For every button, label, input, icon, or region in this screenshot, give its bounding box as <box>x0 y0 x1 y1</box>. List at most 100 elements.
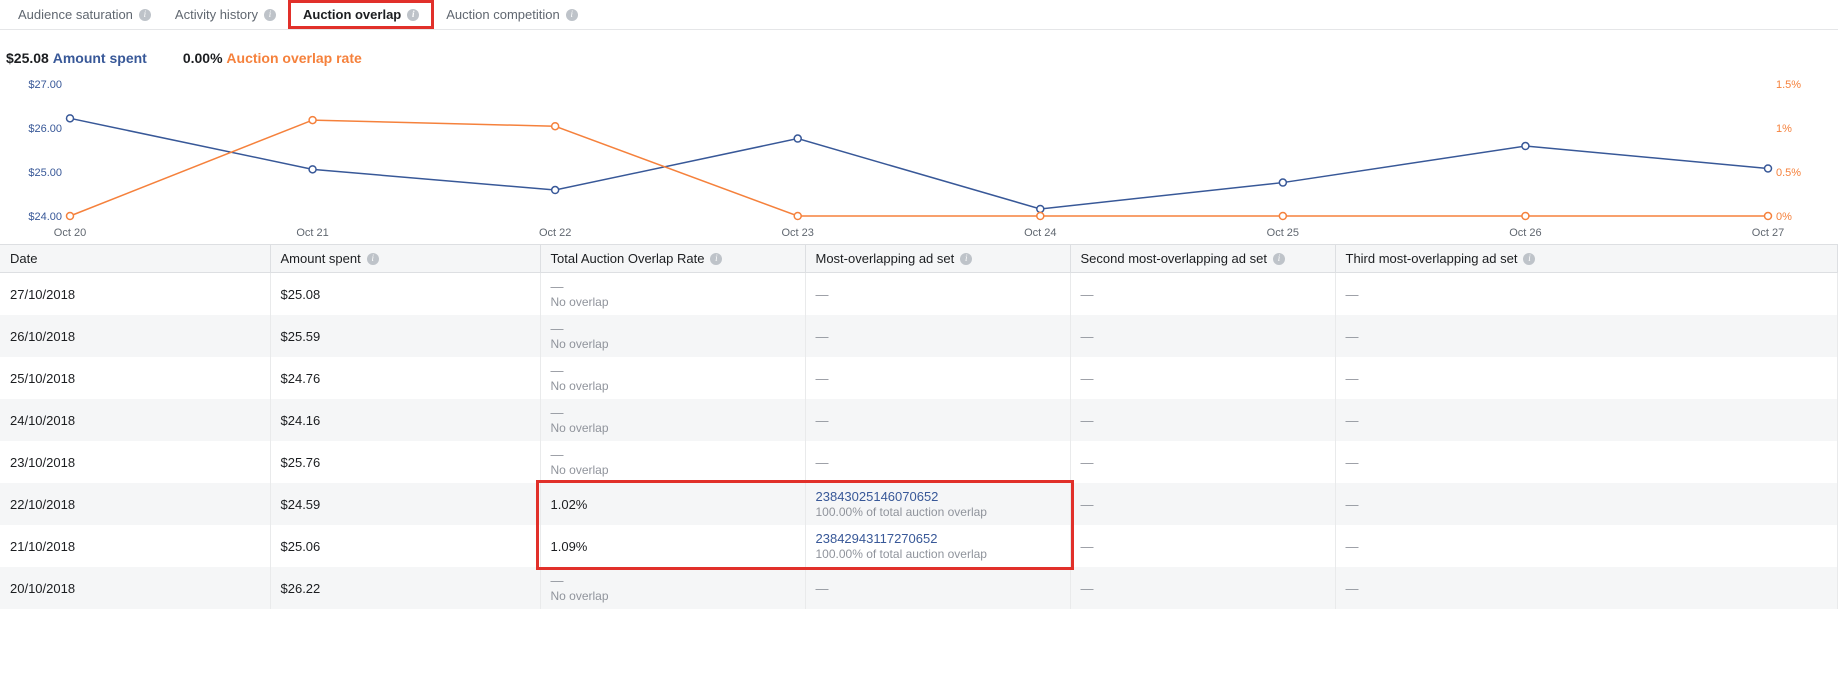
cell-rate: —No overlap <box>540 273 805 316</box>
info-icon[interactable]: i <box>139 9 151 21</box>
metric-amount-spent-label: Amount spent <box>53 50 147 66</box>
cell-set1: 23842943117270652100.00% of total auctio… <box>805 525 1070 567</box>
tab-auction-overlap[interactable]: Auction overlap i <box>288 0 434 29</box>
cell-set1: — <box>805 567 1070 609</box>
cell-set3: — <box>1335 483 1838 525</box>
cell-amount: $24.76 <box>270 357 540 399</box>
cell-rate: 1.09% <box>540 525 805 567</box>
table-header[interactable]: Total Auction Overlap Ratei <box>540 245 805 273</box>
svg-text:$24.00: $24.00 <box>28 211 62 223</box>
cell-set3: — <box>1335 525 1838 567</box>
table-header[interactable]: Most-overlapping ad set i <box>805 245 1070 273</box>
tab-auction-competition[interactable]: Auction competition i <box>434 0 589 29</box>
metric-overlap-rate-value: 0.00% <box>183 50 223 66</box>
table-header[interactable]: Date <box>0 245 270 273</box>
info-icon[interactable]: i <box>1273 253 1285 265</box>
cell-set3: — <box>1335 399 1838 441</box>
svg-text:$26.00: $26.00 <box>28 123 62 135</box>
cell-date: 21/10/2018 <box>0 525 270 567</box>
cell-date: 22/10/2018 <box>0 483 270 525</box>
cell-rate: —No overlap <box>540 357 805 399</box>
cell-date: 24/10/2018 <box>0 399 270 441</box>
svg-text:Oct 24: Oct 24 <box>1024 227 1056 239</box>
metric-overlap-rate-label: Auction overlap rate <box>226 50 361 66</box>
info-icon[interactable]: i <box>264 9 276 21</box>
table-row: 24/10/2018$24.16—No overlap——— <box>0 399 1838 441</box>
table-row: 20/10/2018$26.22—No overlap——— <box>0 567 1838 609</box>
cell-rate: —No overlap <box>540 399 805 441</box>
table-row: 27/10/2018$25.08—No overlap——— <box>0 273 1838 316</box>
cell-set3: — <box>1335 315 1838 357</box>
info-icon[interactable]: i <box>566 9 578 21</box>
tab-label: Auction overlap <box>303 7 401 22</box>
cell-amount: $25.08 <box>270 273 540 316</box>
cell-date: 27/10/2018 <box>0 273 270 316</box>
cell-set1: — <box>805 399 1070 441</box>
cell-set2: — <box>1070 483 1335 525</box>
table-header-label: Amount spent <box>281 251 361 266</box>
cell-amount: $25.76 <box>270 441 540 483</box>
svg-text:1%: 1% <box>1776 123 1792 135</box>
info-icon[interactable]: i <box>710 253 722 265</box>
table-wrap: DateAmount spentiTotal Auction Overlap R… <box>0 244 1838 609</box>
tabs-bar: Audience saturationiActivity historyiAuc… <box>0 0 1838 30</box>
cell-amount: $24.16 <box>270 399 540 441</box>
table-row: 23/10/2018$25.76—No overlap——— <box>0 441 1838 483</box>
table-row: 22/10/2018$24.591.02%2384302514607065210… <box>0 483 1838 525</box>
table-row: 21/10/2018$25.061.09%2384294311727065210… <box>0 525 1838 567</box>
svg-text:Oct 23: Oct 23 <box>782 227 814 239</box>
cell-set1: — <box>805 357 1070 399</box>
table-header-row: DateAmount spentiTotal Auction Overlap R… <box>0 245 1838 273</box>
table-header-label: Third most-overlapping ad set <box>1346 251 1518 266</box>
overlap-table: DateAmount spentiTotal Auction Overlap R… <box>0 244 1838 609</box>
info-icon[interactable]: i <box>407 9 419 21</box>
svg-text:Oct 25: Oct 25 <box>1267 227 1299 239</box>
cell-amount: $26.22 <box>270 567 540 609</box>
cell-set1: — <box>805 273 1070 316</box>
info-icon[interactable]: i <box>367 253 379 265</box>
metric-overlap-rate[interactable]: 0.00% Auction overlap rate <box>183 50 362 66</box>
svg-text:Oct 26: Oct 26 <box>1509 227 1541 239</box>
cell-amount: $25.59 <box>270 315 540 357</box>
svg-text:Oct 22: Oct 22 <box>539 227 571 239</box>
chart: $24.00$25.00$26.00$27.000%0.5%1%1.5%Oct … <box>0 76 1838 244</box>
metrics-row: $25.08 Amount spent 0.00% Auction overla… <box>0 30 1838 76</box>
cell-rate: —No overlap <box>540 567 805 609</box>
table-header-label: Most-overlapping ad set <box>816 251 955 266</box>
cell-set2: — <box>1070 357 1335 399</box>
ad-set-link[interactable]: 23843025146070652 <box>816 489 939 504</box>
cell-set2: — <box>1070 273 1335 316</box>
table-header-label: Second most-overlapping ad set <box>1081 251 1267 266</box>
info-icon[interactable]: i <box>1523 253 1535 265</box>
tab-label: Auction competition <box>446 7 559 22</box>
metric-amount-spent-value: $25.08 <box>6 50 49 66</box>
cell-set2: — <box>1070 525 1335 567</box>
svg-text:0%: 0% <box>1776 211 1792 223</box>
table-header[interactable]: Amount spent i <box>270 245 540 273</box>
cell-set1: 23843025146070652100.00% of total auctio… <box>805 483 1070 525</box>
cell-set3: — <box>1335 567 1838 609</box>
cell-set2: — <box>1070 315 1335 357</box>
cell-set3: — <box>1335 273 1838 316</box>
svg-text:0.5%: 0.5% <box>1776 167 1801 179</box>
cell-amount: $24.59 <box>270 483 540 525</box>
table-header[interactable]: Third most-overlapping ad set i <box>1335 245 1838 273</box>
cell-set2: — <box>1070 567 1335 609</box>
cell-date: 25/10/2018 <box>0 357 270 399</box>
svg-text:Oct 27: Oct 27 <box>1752 227 1784 239</box>
tab-audience-saturation[interactable]: Audience saturation i <box>6 0 163 29</box>
cell-date: 26/10/2018 <box>0 315 270 357</box>
tab-label: Audience saturation <box>18 7 133 22</box>
ad-set-link[interactable]: 23842943117270652 <box>816 531 938 546</box>
cell-rate: —No overlap <box>540 441 805 483</box>
table-row: 26/10/2018$25.59—No overlap——— <box>0 315 1838 357</box>
cell-date: 23/10/2018 <box>0 441 270 483</box>
info-icon[interactable]: i <box>960 253 972 265</box>
svg-text:$25.00: $25.00 <box>28 167 62 179</box>
metric-amount-spent[interactable]: $25.08 Amount spent <box>6 50 147 66</box>
cell-set2: — <box>1070 399 1335 441</box>
cell-rate: —No overlap <box>540 315 805 357</box>
tab-activity-history[interactable]: Activity historyi <box>163 0 288 29</box>
table-header[interactable]: Second most-overlapping ad set i <box>1070 245 1335 273</box>
cell-rate: 1.02% <box>540 483 805 525</box>
